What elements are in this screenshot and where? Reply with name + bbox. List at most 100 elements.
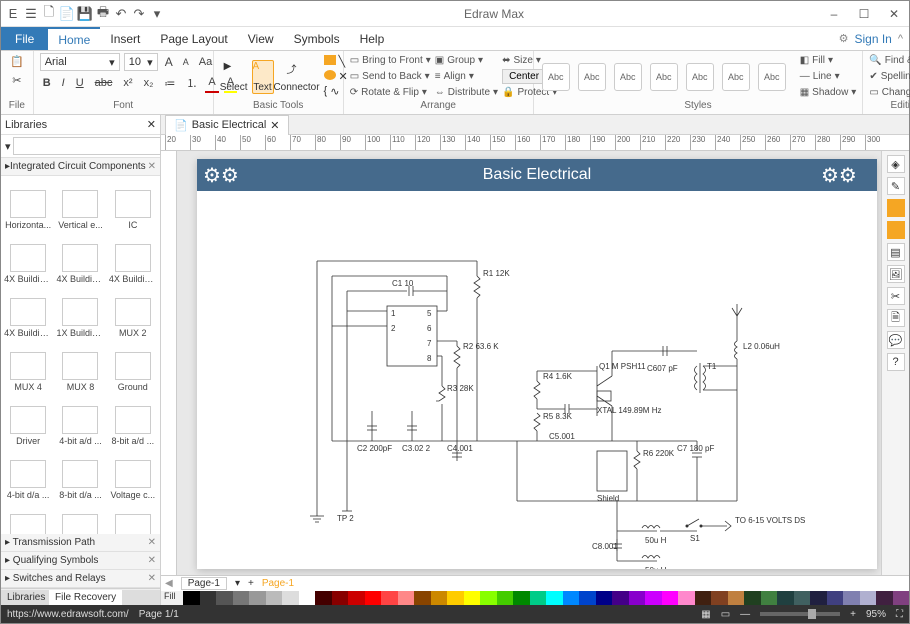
close-button[interactable]: ✕ bbox=[879, 2, 909, 26]
qat-expand-icon[interactable]: ▾ bbox=[149, 6, 165, 22]
color-swatch[interactable] bbox=[282, 591, 299, 605]
shape-Horizonta-[interactable]: Horizonta... bbox=[3, 178, 53, 230]
tab-symbols[interactable]: Symbols bbox=[284, 27, 350, 50]
connector-tool-button[interactable]: ⤴Connector bbox=[278, 61, 316, 93]
library-section[interactable]: ▸ Switches and Relays✕ bbox=[1, 570, 160, 588]
font-name-select[interactable]: Arial▾ bbox=[40, 53, 120, 71]
vendor-url[interactable]: https://www.edrawsoft.com/ bbox=[7, 609, 129, 620]
color-swatch[interactable] bbox=[233, 591, 250, 605]
subscript-button[interactable]: x₂ bbox=[141, 73, 157, 93]
library-category[interactable]: ▸ Integrated Circuit Components✕ bbox=[1, 158, 160, 176]
color-bar[interactable]: Fill bbox=[161, 591, 909, 605]
fill-swatch-icon[interactable] bbox=[887, 199, 905, 217]
fill-swatch-2-icon[interactable] bbox=[887, 221, 905, 239]
doc-tab-basic-electrical[interactable]: 📄 Basic Electrical ✕ bbox=[165, 115, 289, 135]
group-button[interactable]: ▣ Group ▾ bbox=[435, 53, 498, 68]
color-swatch[interactable] bbox=[365, 591, 382, 605]
shape-4-bit-regi-[interactable]: 4-bit regi... bbox=[55, 502, 105, 534]
shape-4X-Buildin-[interactable]: 4X Buildin... bbox=[3, 286, 53, 338]
color-swatch[interactable] bbox=[794, 591, 811, 605]
comment-icon[interactable]: 💬 bbox=[887, 331, 905, 349]
shape-4-bit-a-d-[interactable]: 4-bit a/d ... bbox=[55, 394, 105, 446]
color-swatch[interactable] bbox=[662, 591, 679, 605]
redo-icon[interactable]: ↷ bbox=[131, 6, 147, 22]
save-icon[interactable]: 💾 bbox=[77, 6, 93, 22]
font-shrink-icon[interactable]: A bbox=[180, 55, 192, 69]
options-icon[interactable]: ⚙ bbox=[839, 32, 849, 45]
shape-PWM[interactable]: PWM bbox=[3, 502, 53, 534]
undo-icon[interactable]: ↶ bbox=[113, 6, 129, 22]
underline-button[interactable]: U bbox=[73, 73, 87, 93]
shape-4X-Buildin-[interactable]: 4X Buildin... bbox=[55, 232, 105, 284]
change-case-icon[interactable]: Aa bbox=[196, 54, 215, 70]
new-icon[interactable]: 🗋 bbox=[41, 6, 57, 22]
color-swatch[interactable] bbox=[629, 591, 646, 605]
style-preset-4[interactable]: Abc bbox=[650, 63, 678, 91]
numbering-button[interactable]: ⒈ bbox=[183, 73, 200, 93]
shape-4-bit-d-a-[interactable]: 4-bit d/a ... bbox=[3, 448, 53, 500]
shape-Driver[interactable]: Driver bbox=[3, 394, 53, 446]
font-size-select[interactable]: 10▾ bbox=[124, 53, 158, 71]
ellipse-shape-icon[interactable] bbox=[324, 70, 336, 80]
color-swatch[interactable] bbox=[200, 591, 217, 605]
view-grid-icon[interactable]: ▦ bbox=[701, 609, 710, 620]
shape-MUX-4[interactable]: MUX 4 bbox=[3, 340, 53, 392]
collapse-ribbon-icon[interactable]: ^ bbox=[898, 33, 903, 45]
shape-Ground[interactable]: Ground bbox=[108, 340, 158, 392]
bring-front-button[interactable]: ▭ Bring to Front ▾ bbox=[350, 53, 431, 68]
style-preset-1[interactable]: Abc bbox=[542, 63, 570, 91]
distribute-button[interactable]: ⇔ Distribute ▾ bbox=[435, 85, 498, 100]
color-swatch[interactable] bbox=[860, 591, 877, 605]
tab-file[interactable]: File bbox=[1, 27, 48, 50]
format-painter-icon[interactable]: ✎ bbox=[887, 177, 905, 195]
color-swatch[interactable] bbox=[266, 591, 283, 605]
fill-button[interactable]: ◧ Fill ▾ bbox=[800, 53, 857, 68]
align-button[interactable]: ≡ Align ▾ bbox=[435, 69, 498, 84]
color-swatch[interactable] bbox=[728, 591, 745, 605]
note-icon[interactable]: 🗎 bbox=[887, 309, 905, 327]
color-swatch[interactable] bbox=[480, 591, 497, 605]
paste-icon[interactable]: 📋 bbox=[7, 53, 27, 70]
drawing-page[interactable]: ⚙⚙ Basic Electrical ⚙⚙ 12 56 78 bbox=[197, 159, 877, 569]
color-swatch[interactable] bbox=[695, 591, 712, 605]
open-icon[interactable]: 📄 bbox=[59, 6, 75, 22]
tab-close-icon[interactable]: ✕ bbox=[270, 119, 279, 132]
shape-Vertical-e-[interactable]: Vertical e... bbox=[55, 178, 105, 230]
color-swatch[interactable] bbox=[431, 591, 448, 605]
font-grow-icon[interactable]: A bbox=[162, 53, 176, 71]
category-close-icon[interactable]: ✕ bbox=[148, 161, 156, 172]
shape-IC[interactable]: IC bbox=[108, 178, 158, 230]
library-section[interactable]: ▸ Qualifying Symbols✕ bbox=[1, 552, 160, 570]
line-button[interactable]: — Line ▾ bbox=[800, 69, 857, 84]
print-icon[interactable]: 🖶 bbox=[95, 6, 111, 22]
clip-icon[interactable]: ✂ bbox=[887, 287, 905, 305]
color-swatch[interactable] bbox=[563, 591, 580, 605]
color-swatch[interactable] bbox=[612, 591, 629, 605]
shape-8-bit-a-d-[interactable]: 8-bit a/d ... bbox=[108, 394, 158, 446]
color-swatch[interactable] bbox=[183, 591, 200, 605]
color-swatch[interactable] bbox=[810, 591, 827, 605]
pointer-tool-icon[interactable]: ◈ bbox=[887, 155, 905, 173]
superscript-button[interactable]: x² bbox=[120, 73, 135, 93]
shape-MUX-8[interactable]: MUX 8 bbox=[55, 340, 105, 392]
strike-button[interactable]: abc bbox=[92, 73, 116, 93]
style-preset-2[interactable]: Abc bbox=[578, 63, 606, 91]
style-preset-6[interactable]: Abc bbox=[722, 63, 750, 91]
libraries-close-icon[interactable]: ✕ bbox=[147, 118, 156, 131]
shape-Voltage-c-[interactable]: Voltage c... bbox=[108, 448, 158, 500]
shadow-button[interactable]: ▦ Shadow ▾ bbox=[800, 85, 857, 100]
cut-icon[interactable]: ✂ bbox=[9, 72, 24, 89]
add-page-button[interactable]: + bbox=[248, 578, 254, 589]
color-swatch[interactable] bbox=[579, 591, 596, 605]
send-back-button[interactable]: ▭ Send to Back ▾ bbox=[350, 69, 431, 84]
view-page-icon[interactable]: ▭ bbox=[721, 609, 730, 620]
page-tab[interactable]: Page-1 bbox=[181, 577, 227, 590]
color-swatch[interactable] bbox=[645, 591, 662, 605]
spell-check-button[interactable]: ✔ Spelling Check bbox=[869, 69, 910, 84]
zoom-slider[interactable] bbox=[760, 612, 840, 616]
color-swatch[interactable] bbox=[744, 591, 761, 605]
tab-page-layout[interactable]: Page Layout bbox=[150, 27, 237, 50]
change-shape-button[interactable]: ▭ Change Shape ▾ bbox=[869, 85, 910, 100]
select-tool-button[interactable]: ▶Select bbox=[220, 61, 248, 93]
color-swatch[interactable] bbox=[398, 591, 415, 605]
